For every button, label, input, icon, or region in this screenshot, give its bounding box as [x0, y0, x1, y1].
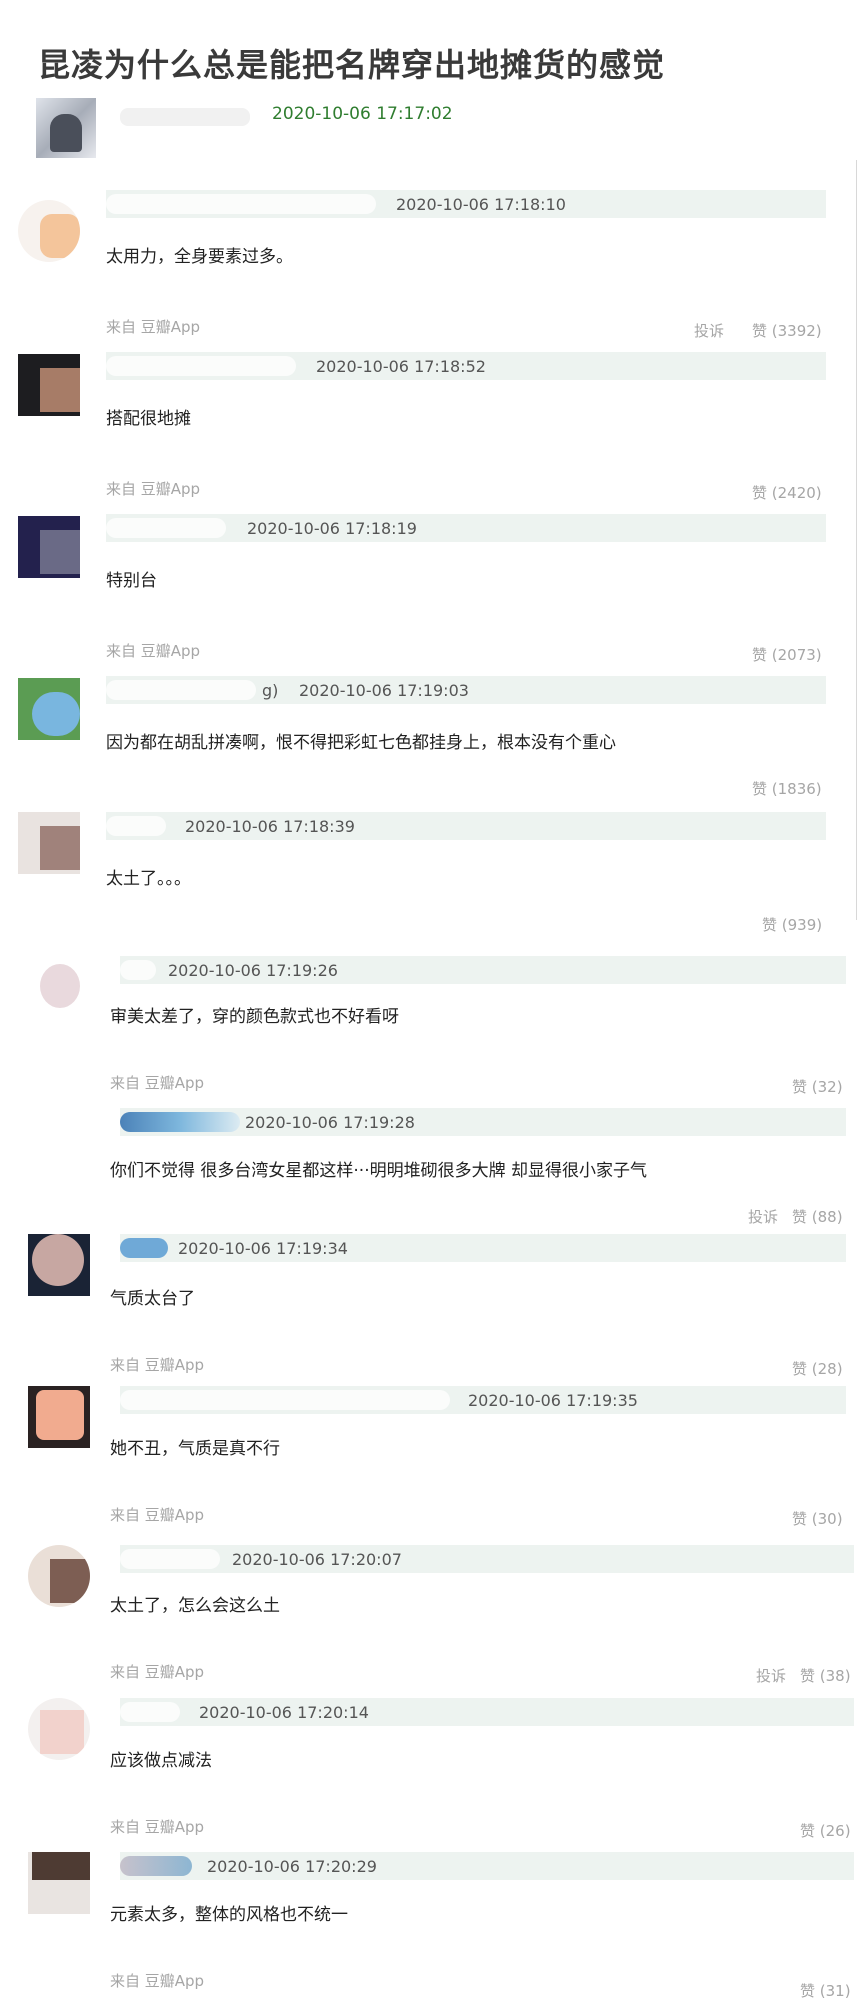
commenter-name-blurred[interactable]: [120, 1390, 450, 1410]
comment-header: 2020-10-06 17:20:07: [120, 1545, 854, 1573]
comment-header: 2020-10-06 17:18:52: [106, 352, 826, 380]
like-count[interactable]: 赞 (28): [792, 1358, 843, 1379]
comment-header: g) 2020-10-06 17:19:03: [106, 676, 826, 704]
like-count[interactable]: 赞 (1836): [752, 778, 822, 799]
comment-time: 2020-10-06 17:20:07: [232, 1550, 402, 1569]
report-link[interactable]: 投诉: [756, 1665, 786, 1686]
commenter-name-blurred[interactable]: [120, 1549, 220, 1569]
comment-time: 2020-10-06 17:19:28: [245, 1113, 415, 1132]
commenter-avatar[interactable]: [28, 1234, 90, 1296]
comment-source: 来自 豆瓣App: [106, 480, 201, 498]
commenter-name-blurred[interactable]: [106, 356, 296, 376]
commenter-avatar[interactable]: [18, 678, 80, 740]
comment-text: 审美太差了，穿的颜色款式也不好看呀: [110, 1007, 399, 1027]
report-link[interactable]: 投诉: [748, 1206, 778, 1227]
comment-source: 来自 豆瓣App: [110, 1356, 205, 1374]
commenter-name-blurred[interactable]: [120, 1112, 240, 1132]
comment-text: 因为都在胡乱拼凑啊，恨不得把彩虹七色都挂身上，根本没有个重心: [106, 733, 616, 753]
comment-time: 2020-10-06 17:20:14: [199, 1703, 369, 1722]
commenter-name-blurred[interactable]: [120, 1702, 180, 1722]
comment-text: 她不丑，气质是真不行: [110, 1439, 280, 1459]
commenter-name-blurred[interactable]: [120, 1238, 168, 1258]
comment-time: 2020-10-06 17:19:34: [178, 1239, 348, 1258]
like-count[interactable]: 赞 (939): [762, 914, 822, 935]
comment-header: 2020-10-06 17:19:34: [120, 1234, 846, 1262]
post-time: 2020-10-06 17:17:02: [272, 104, 453, 124]
comment-header: 2020-10-06 17:19:35: [120, 1386, 846, 1414]
comment-header: 2020-10-06 17:18:10: [106, 190, 826, 218]
comment-header: 2020-10-06 17:20:14: [120, 1698, 854, 1726]
post-title: 昆凌为什么总是能把名牌穿出地摊货的感觉: [38, 46, 666, 84]
comment-text: 气质太台了: [110, 1289, 195, 1309]
commenter-avatar[interactable]: [18, 516, 80, 578]
comment-time: 2020-10-06 17:19:35: [468, 1391, 638, 1410]
commenter-avatar[interactable]: [28, 1698, 90, 1760]
author-avatar[interactable]: [36, 98, 96, 158]
comment-time: 2020-10-06 17:18:52: [316, 357, 486, 376]
comment-text: 应该做点减法: [110, 1751, 212, 1771]
like-count[interactable]: 赞 (38): [800, 1665, 851, 1686]
author-name-blurred[interactable]: [120, 108, 250, 126]
commenter-name-blurred[interactable]: [106, 816, 166, 836]
comment-source: 来自 豆瓣App: [110, 1074, 205, 1092]
commenter-name-tail: g): [262, 681, 279, 700]
commenter-avatar[interactable]: [28, 1545, 90, 1607]
comment-time: 2020-10-06 17:18:19: [247, 519, 417, 538]
comment-source: 来自 豆瓣App: [110, 1663, 205, 1681]
comment-source: 来自 豆瓣App: [106, 318, 201, 336]
comment-text: 太用力，全身要素过多。: [106, 247, 293, 267]
comment-header: 2020-10-06 17:19:26: [120, 956, 846, 984]
commenter-avatar[interactable]: [18, 354, 80, 416]
comment-source: 来自 豆瓣App: [110, 1972, 205, 1990]
comment-text: 太土了。。。: [106, 869, 191, 889]
comment-time: 2020-10-06 17:18:10: [396, 195, 566, 214]
comment-time: 2020-10-06 17:20:29: [207, 1857, 377, 1876]
comment-source: 来自 豆瓣App: [110, 1506, 205, 1524]
commenter-name-blurred[interactable]: [120, 960, 156, 980]
report-link[interactable]: 投诉: [694, 320, 724, 341]
comment-text: 元素太多，整体的风格也不统一: [110, 1905, 348, 1925]
like-count[interactable]: 赞 (32): [792, 1076, 843, 1097]
comment-text: 你们不觉得 很多台湾女星都这样···明明堆砌很多大牌 却显得很小家子气: [110, 1161, 648, 1181]
comment-header: 2020-10-06 17:20:29: [120, 1852, 854, 1880]
comment-text: 搭配很地摊: [106, 409, 191, 429]
comment-header: 2020-10-06 17:18:39: [106, 812, 826, 840]
commenter-avatar[interactable]: [28, 1852, 90, 1914]
comment-source: 来自 豆瓣App: [106, 642, 201, 660]
comment-text: 太土了，怎么会这么土: [110, 1596, 280, 1616]
like-count[interactable]: 赞 (30): [792, 1508, 843, 1529]
comment-time: 2020-10-06 17:19:26: [168, 961, 338, 980]
like-count[interactable]: 赞 (2420): [752, 482, 822, 503]
like-count[interactable]: 赞 (3392): [752, 320, 822, 341]
commenter-avatar[interactable]: [18, 812, 80, 874]
commenter-name-blurred[interactable]: [120, 1856, 192, 1876]
comment-time: 2020-10-06 17:19:03: [299, 681, 469, 700]
like-count[interactable]: 赞 (31): [800, 1980, 851, 2001]
comment-text: 特别台: [106, 571, 157, 591]
comment-source: 来自 豆瓣App: [110, 1818, 205, 1836]
commenter-name-blurred[interactable]: [106, 194, 376, 214]
like-count[interactable]: 赞 (88): [792, 1206, 843, 1227]
commenter-avatar[interactable]: [28, 1386, 90, 1448]
comment-header: 2020-10-06 17:18:19: [106, 514, 826, 542]
commenter-avatar[interactable]: [18, 200, 80, 262]
comment-header: 2020-10-06 17:19:28: [120, 1108, 846, 1136]
commenter-avatar[interactable]: [28, 956, 90, 1018]
commenter-name-blurred[interactable]: [106, 680, 256, 700]
commenter-name-blurred[interactable]: [106, 518, 226, 538]
comment-time: 2020-10-06 17:18:39: [185, 817, 355, 836]
avatar-silhouette: [50, 114, 82, 152]
like-count[interactable]: 赞 (26): [800, 1820, 851, 1841]
like-count[interactable]: 赞 (2073): [752, 644, 822, 665]
